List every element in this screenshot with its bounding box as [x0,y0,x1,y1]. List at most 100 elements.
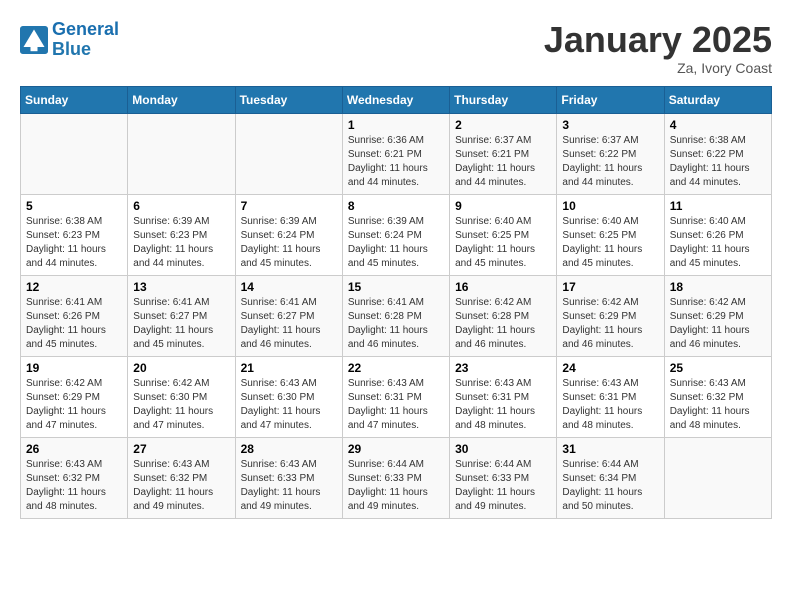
calendar-cell: 19Sunrise: 6:42 AM Sunset: 6:29 PM Dayli… [21,356,128,437]
col-header-sunday: Sunday [21,86,128,113]
day-number: 15 [348,280,444,294]
logo: General Blue [20,20,119,60]
day-info: Sunrise: 6:42 AM Sunset: 6:29 PM Dayligh… [562,296,658,352]
day-info: Sunrise: 6:42 AM Sunset: 6:30 PM Dayligh… [133,377,229,433]
day-number: 11 [670,199,766,213]
day-number: 22 [348,361,444,375]
day-info: Sunrise: 6:42 AM Sunset: 6:29 PM Dayligh… [670,296,766,352]
calendar-cell: 26 Sunrise: 6:43 AM Sunset: 6:32 PM Dayli… [21,437,128,518]
calendar-week-row: 26 Sunrise: 6:43 AM Sunset: 6:32 PM Dayli… [21,437,772,518]
calendar-header-row: SundayMondayTuesdayWednesdayThursdayFrid… [21,86,772,113]
calendar-cell: 6 Sunrise: 6:39 AM Sunset: 6:23 PM Daylig… [128,194,235,275]
day-info: Sunrise: 6:40 AM Sunset: 6:25 PM Dayligh… [562,215,658,271]
col-header-wednesday: Wednesday [342,86,449,113]
day-info: Sunrise: 6:43 AM Sunset: 6:33 PM Dayligh… [241,458,337,514]
day-info: Sunrise: 6:43 AM Sunset: 6:32 PM Dayligh… [26,458,122,514]
day-number: 25 [670,361,766,375]
day-number: 23 [455,361,551,375]
day-info: Sunrise: 6:39 AM Sunset: 6:24 PM Dayligh… [348,215,444,271]
calendar-cell: 15Sunrise: 6:41 AM Sunset: 6:28 PM Dayli… [342,275,449,356]
calendar-cell: 27 Sunrise: 6:43 AM Sunset: 6:32 PM Dayli… [128,437,235,518]
calendar-cell: 29 Sunrise: 6:44 AM Sunset: 6:33 PM Dayli… [342,437,449,518]
day-number: 19 [26,361,122,375]
location-subtitle: Za, Ivory Coast [544,60,772,76]
calendar-week-row: 12Sunrise: 6:41 AM Sunset: 6:26 PM Dayli… [21,275,772,356]
day-number: 7 [241,199,337,213]
col-header-saturday: Saturday [664,86,771,113]
day-info: Sunrise: 6:39 AM Sunset: 6:24 PM Dayligh… [241,215,337,271]
calendar-week-row: 19Sunrise: 6:42 AM Sunset: 6:29 PM Dayli… [21,356,772,437]
day-number: 1 [348,118,444,132]
calendar-cell: 31Sunrise: 6:44 AM Sunset: 6:34 PM Dayli… [557,437,664,518]
day-info: Sunrise: 6:44 AM Sunset: 6:33 PM Dayligh… [348,458,444,514]
day-info: Sunrise: 6:43 AM Sunset: 6:31 PM Dayligh… [562,377,658,433]
day-info: Sunrise: 6:41 AM Sunset: 6:26 PM Dayligh… [26,296,122,352]
calendar-cell: 18 Sunrise: 6:42 AM Sunset: 6:29 PM Dayli… [664,275,771,356]
day-info: Sunrise: 6:43 AM Sunset: 6:31 PM Dayligh… [348,377,444,433]
day-number: 3 [562,118,658,132]
day-number: 5 [26,199,122,213]
day-info: Sunrise: 6:44 AM Sunset: 6:33 PM Dayligh… [455,458,551,514]
calendar-cell: 3Sunrise: 6:37 AM Sunset: 6:22 PM Daylig… [557,113,664,194]
month-title: January 2025 [544,20,772,60]
day-info: Sunrise: 6:41 AM Sunset: 6:27 PM Dayligh… [241,296,337,352]
day-number: 30 [455,442,551,456]
day-number: 13 [133,280,229,294]
calendar-cell: 7 Sunrise: 6:39 AM Sunset: 6:24 PM Daylig… [235,194,342,275]
calendar-cell: 24Sunrise: 6:43 AM Sunset: 6:31 PM Dayli… [557,356,664,437]
calendar-cell: 13 Sunrise: 6:41 AM Sunset: 6:27 PM Dayli… [128,275,235,356]
col-header-monday: Monday [128,86,235,113]
calendar-cell: 9Sunrise: 6:40 AM Sunset: 6:25 PM Daylig… [450,194,557,275]
calendar-cell: 14 Sunrise: 6:41 AM Sunset: 6:27 PM Dayli… [235,275,342,356]
calendar-cell: 23 Sunrise: 6:43 AM Sunset: 6:31 PM Dayli… [450,356,557,437]
day-info: Sunrise: 6:38 AM Sunset: 6:23 PM Dayligh… [26,215,122,271]
calendar-cell: 28 Sunrise: 6:43 AM Sunset: 6:33 PM Dayli… [235,437,342,518]
day-info: Sunrise: 6:43 AM Sunset: 6:31 PM Dayligh… [455,377,551,433]
calendar-cell: 12Sunrise: 6:41 AM Sunset: 6:26 PM Dayli… [21,275,128,356]
col-header-friday: Friday [557,86,664,113]
calendar-cell: 21Sunrise: 6:43 AM Sunset: 6:30 PM Dayli… [235,356,342,437]
day-info: Sunrise: 6:38 AM Sunset: 6:22 PM Dayligh… [670,134,766,190]
day-number: 8 [348,199,444,213]
calendar-cell [664,437,771,518]
calendar-cell [235,113,342,194]
day-info: Sunrise: 6:40 AM Sunset: 6:26 PM Dayligh… [670,215,766,271]
day-info: Sunrise: 6:37 AM Sunset: 6:21 PM Dayligh… [455,134,551,190]
calendar-cell: 22 Sunrise: 6:43 AM Sunset: 6:31 PM Dayli… [342,356,449,437]
day-info: Sunrise: 6:36 AM Sunset: 6:21 PM Dayligh… [348,134,444,190]
day-number: 28 [241,442,337,456]
calendar-week-row: 1 Sunrise: 6:36 AM Sunset: 6:21 PM Daylig… [21,113,772,194]
day-number: 31 [562,442,658,456]
day-number: 14 [241,280,337,294]
day-info: Sunrise: 6:43 AM Sunset: 6:32 PM Dayligh… [670,377,766,433]
calendar-cell: 10 Sunrise: 6:40 AM Sunset: 6:25 PM Dayli… [557,194,664,275]
logo-icon [20,26,48,54]
calendar-cell: 20 Sunrise: 6:42 AM Sunset: 6:30 PM Dayli… [128,356,235,437]
day-info: Sunrise: 6:41 AM Sunset: 6:27 PM Dayligh… [133,296,229,352]
calendar-cell: 4 Sunrise: 6:38 AM Sunset: 6:22 PM Daylig… [664,113,771,194]
calendar-cell: 1 Sunrise: 6:36 AM Sunset: 6:21 PM Daylig… [342,113,449,194]
calendar-table: SundayMondayTuesdayWednesdayThursdayFrid… [20,86,772,519]
day-number: 26 [26,442,122,456]
calendar-body: 1 Sunrise: 6:36 AM Sunset: 6:21 PM Daylig… [21,113,772,518]
day-number: 10 [562,199,658,213]
day-number: 27 [133,442,229,456]
title-block: January 2025 Za, Ivory Coast [544,20,772,76]
day-number: 20 [133,361,229,375]
day-number: 4 [670,118,766,132]
day-info: Sunrise: 6:39 AM Sunset: 6:23 PM Dayligh… [133,215,229,271]
day-number: 18 [670,280,766,294]
day-info: Sunrise: 6:43 AM Sunset: 6:32 PM Dayligh… [133,458,229,514]
day-number: 9 [455,199,551,213]
day-number: 2 [455,118,551,132]
logo-line2: Blue [52,39,91,59]
day-number: 29 [348,442,444,456]
calendar-cell: 8 Sunrise: 6:39 AM Sunset: 6:24 PM Daylig… [342,194,449,275]
day-number: 16 [455,280,551,294]
calendar-cell: 17Sunrise: 6:42 AM Sunset: 6:29 PM Dayli… [557,275,664,356]
calendar-cell: 5 Sunrise: 6:38 AM Sunset: 6:23 PM Daylig… [21,194,128,275]
day-number: 6 [133,199,229,213]
logo-text: General Blue [52,20,119,60]
calendar-cell: 16Sunrise: 6:42 AM Sunset: 6:28 PM Dayli… [450,275,557,356]
calendar-cell: 25 Sunrise: 6:43 AM Sunset: 6:32 PM Dayli… [664,356,771,437]
